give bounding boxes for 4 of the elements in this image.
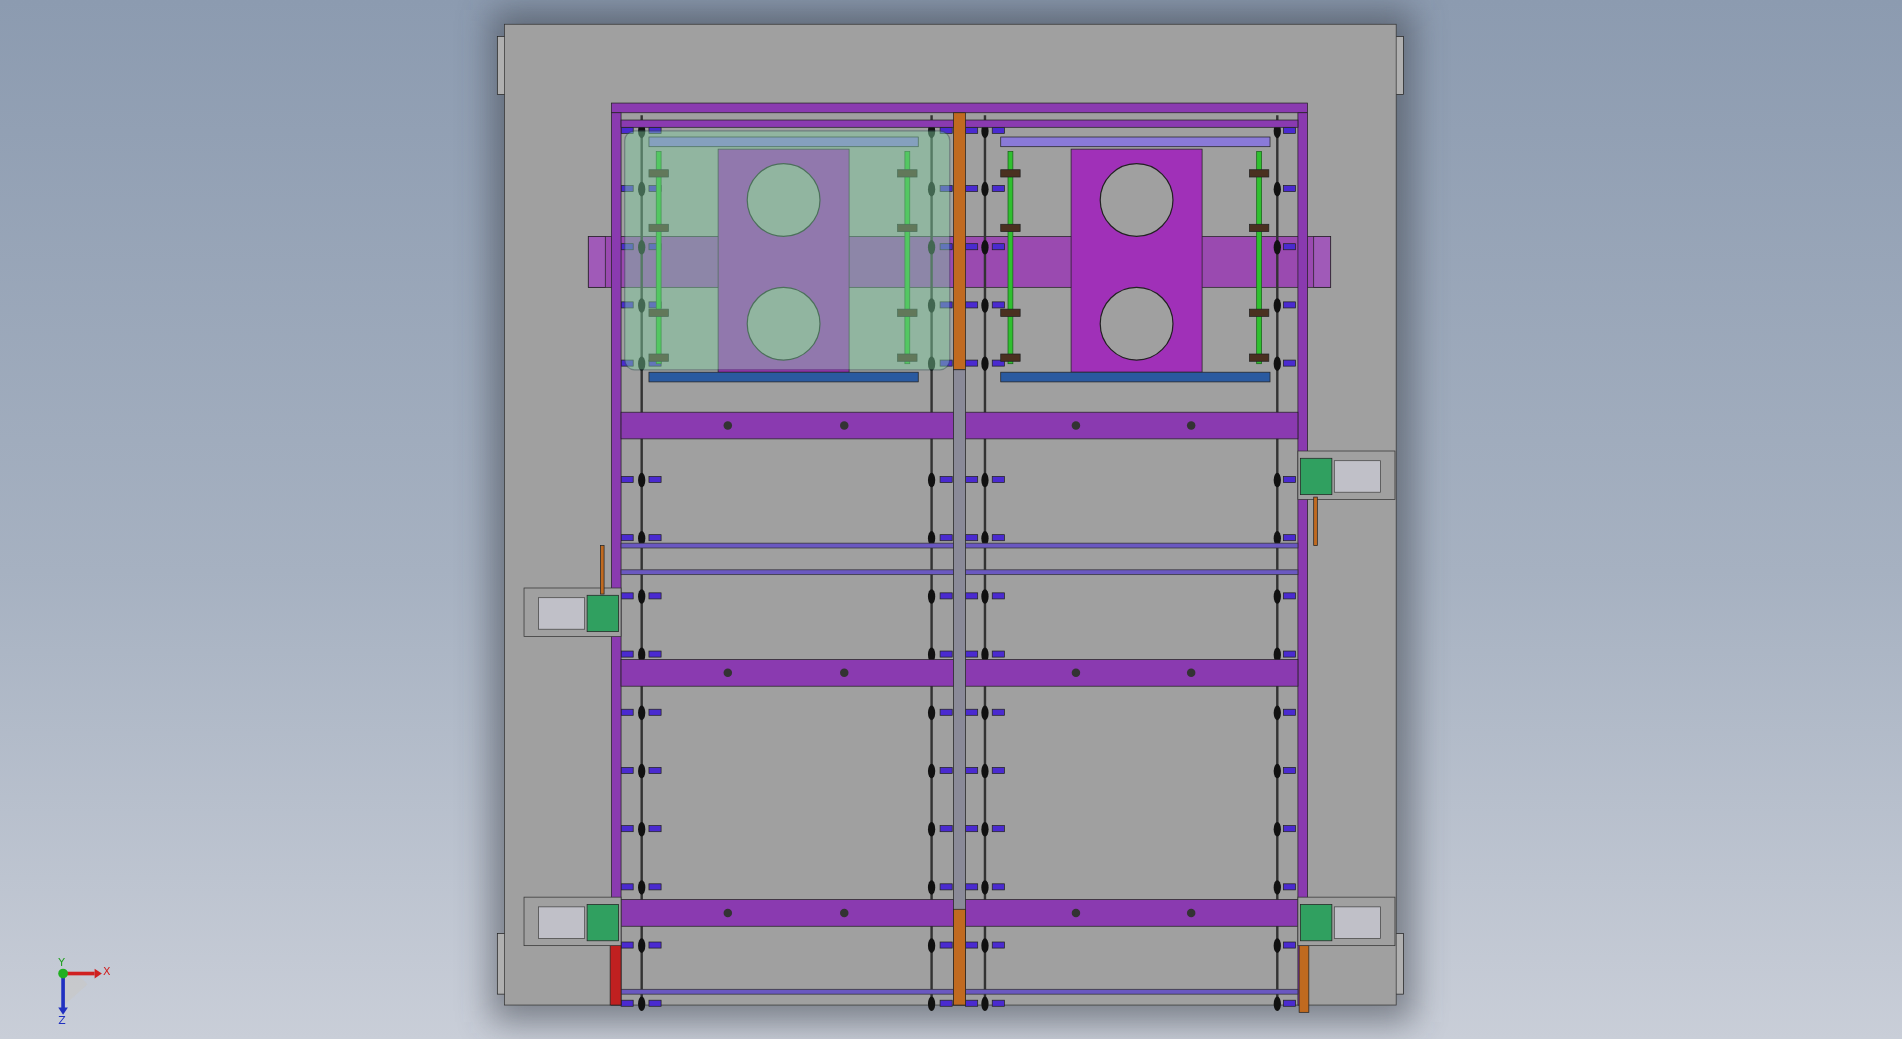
z-axis-label: Z bbox=[58, 1014, 66, 1028]
x-axis-label: X bbox=[103, 964, 111, 978]
axis-triad-icon bbox=[58, 968, 102, 1015]
y-axis-label: Y bbox=[58, 956, 65, 970]
